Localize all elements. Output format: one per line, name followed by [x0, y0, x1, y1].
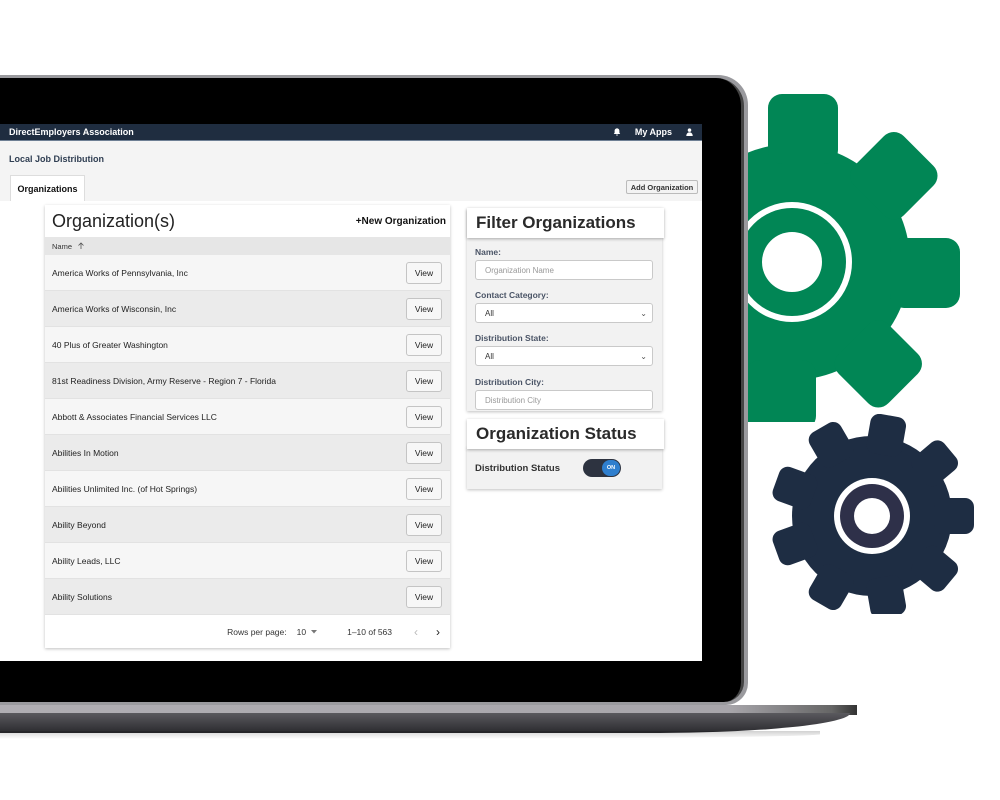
contact-category-value: All [485, 308, 494, 318]
sort-arrow-up-icon[interactable] [77, 242, 85, 250]
caret-down-icon [311, 630, 318, 634]
table-row: 81st Readiness Division, Army Reserve - … [45, 363, 450, 399]
navy-gear-icon [772, 414, 974, 614]
distribution-city-label: Distribution City: [475, 377, 544, 387]
organization-name: Abbott & Associates Financial Services L… [52, 411, 217, 422]
table-row: Abilities Unlimited Inc. (of Hot Springs… [45, 471, 450, 507]
user-icon[interactable] [686, 128, 693, 136]
contact-category-label: Contact Category: [475, 290, 549, 300]
organizations-table-card: Organization(s) +New Organization Name A… [45, 205, 450, 648]
view-button[interactable]: View [406, 549, 442, 572]
toggle-knob: ON [602, 460, 620, 476]
distribution-state-select[interactable]: All ⌄ [475, 346, 653, 366]
organization-name: Ability Leads, LLC [52, 555, 121, 566]
main-content: Organization(s) +New Organization Name A… [0, 201, 702, 661]
page-subtitle: Local Job Distribution [9, 154, 105, 164]
view-button[interactable]: View [406, 585, 442, 608]
table-row: Abilities In Motion View [45, 435, 450, 471]
filter-panel-title: Filter Organizations [467, 208, 664, 238]
organization-name: 40 Plus of Greater Washington [52, 339, 168, 350]
bell-icon[interactable] [613, 128, 621, 136]
organization-name-input[interactable]: Organization Name [475, 260, 653, 280]
view-button[interactable]: View [406, 477, 442, 500]
my-apps-link[interactable]: My Apps [635, 127, 672, 137]
view-button[interactable]: View [406, 261, 442, 284]
previous-page-button[interactable]: ‹ [414, 625, 418, 639]
navbar-actions: My Apps [613, 127, 693, 137]
table-row: America Works of Pennsylvania, Inc View [45, 255, 450, 291]
chevron-down-icon: ⌄ [640, 308, 647, 318]
laptop-shadow [0, 731, 820, 739]
organization-name: Ability Beyond [52, 519, 106, 530]
rows-per-page-label: Rows per page: [227, 627, 287, 637]
table-title: Organization(s) [52, 210, 176, 231]
name-filter-label: Name: [475, 247, 501, 257]
distribution-status-toggle[interactable]: ON [583, 459, 621, 477]
tab-organizations[interactable]: Organizations [10, 175, 85, 201]
view-button[interactable]: View [406, 297, 442, 320]
view-button[interactable]: View [406, 513, 442, 536]
brand-name[interactable]: DirectEmployers Association [9, 127, 613, 137]
table-row: Abbott & Associates Financial Services L… [45, 399, 450, 435]
table-row: Ability Leads, LLC View [45, 543, 450, 579]
view-button[interactable]: View [406, 405, 442, 428]
contact-category-select[interactable]: All ⌄ [475, 303, 653, 323]
organization-name: 81st Readiness Division, Army Reserve - … [52, 375, 276, 386]
laptop-base-edge [0, 713, 850, 733]
organization-status-title: Organization Status [467, 419, 664, 449]
table-row: Ability Beyond View [45, 507, 450, 543]
column-header-name[interactable]: Name [45, 237, 450, 255]
distribution-city-input[interactable]: Distribution City [475, 390, 653, 410]
top-navbar: DirectEmployers Association My Apps [0, 124, 702, 141]
table-row: America Works of Wisconsin, Inc View [45, 291, 450, 327]
new-organization-link[interactable]: +New Organization [356, 216, 446, 227]
laptop-screen: DirectEmployers Association My Apps Loca… [0, 124, 702, 661]
organization-name: America Works of Pennsylvania, Inc [52, 267, 188, 278]
organization-status-panel: Distribution Status ON [467, 447, 662, 489]
table-body: America Works of Pennsylvania, Inc View Am… [45, 255, 450, 615]
organization-name: Ability Solutions [52, 591, 113, 602]
distribution-state-label: Distribution State: [475, 333, 549, 343]
pagination: Rows per page: 10 1–10 of 563 ‹ › [45, 615, 450, 649]
view-button[interactable]: View [406, 333, 442, 356]
table-row: 40 Plus of Greater Washington View [45, 327, 450, 363]
view-button[interactable]: View [406, 369, 442, 392]
organization-name: America Works of Wisconsin, Inc [52, 303, 177, 314]
pagination-range: 1–10 of 563 [347, 627, 392, 637]
rows-per-page-select[interactable]: 10 [296, 627, 318, 637]
next-page-button[interactable]: › [436, 625, 440, 639]
distribution-status-label: Distribution Status [475, 462, 560, 474]
rows-per-page-value: 10 [296, 627, 307, 637]
organization-name: Abilities In Motion [52, 447, 119, 458]
table-card-header: Organization(s) +New Organization [45, 205, 450, 237]
distribution-state-value: All [485, 351, 494, 361]
table-row: Ability Solutions View [45, 579, 450, 615]
chevron-down-icon: ⌄ [640, 351, 647, 361]
add-organization-button[interactable]: Add Organization [626, 180, 698, 194]
view-button[interactable]: View [406, 441, 442, 464]
filter-panel: Name: Organization Name Contact Category… [467, 209, 662, 411]
tabs-row: Organizations Add Organization [0, 175, 702, 201]
organization-name: Abilities Unlimited Inc. (of Hot Springs… [52, 483, 198, 494]
column-header-label: Name [52, 241, 73, 251]
